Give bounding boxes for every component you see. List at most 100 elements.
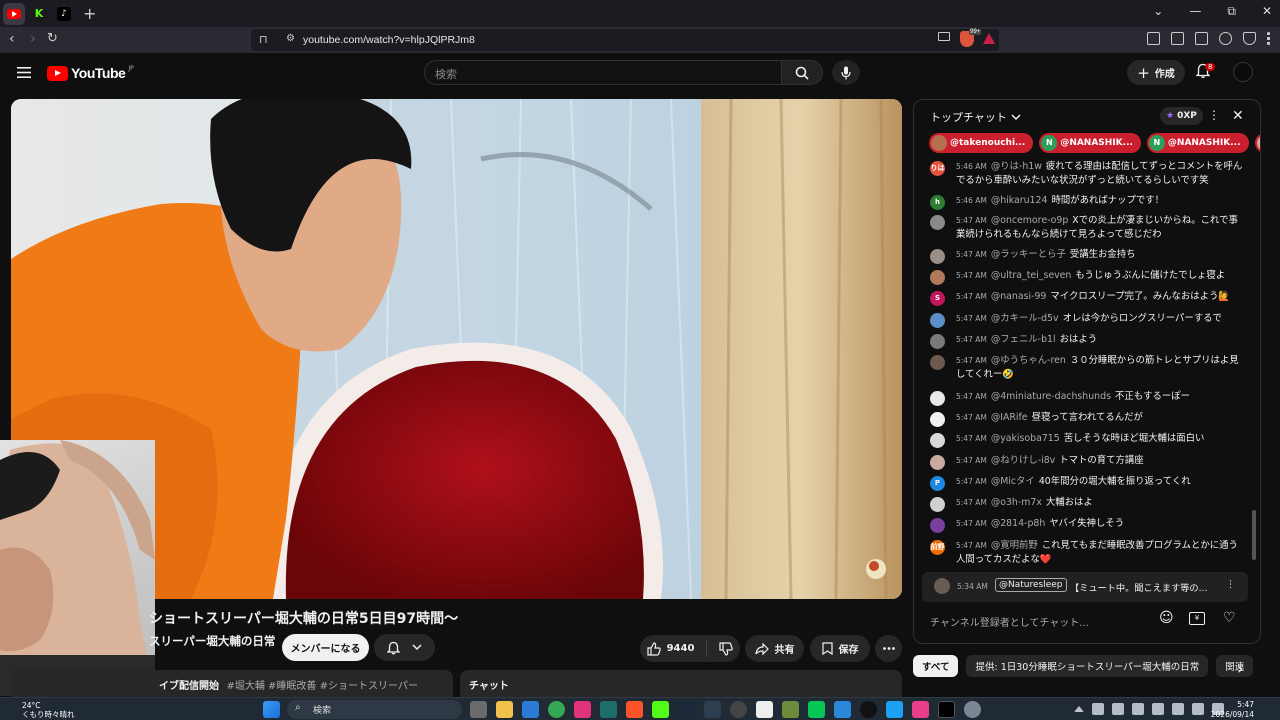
- hamburger-menu-icon[interactable]: [17, 67, 31, 78]
- message-author[interactable]: @oncemore-o9p: [991, 215, 1068, 226]
- tab-list-button[interactable]: ⌄: [1153, 4, 1163, 19]
- message-author[interactable]: @ゆうちゃん-ren: [991, 355, 1066, 366]
- tab-kick[interactable]: K: [28, 3, 50, 25]
- tray-app-icon[interactable]: [1112, 703, 1124, 715]
- chat-message[interactable]: 5:47 AM @IARife 昼寝って言われてるんだが: [930, 411, 1246, 427]
- tray-app-icon[interactable]: [1152, 703, 1164, 715]
- chat-message[interactable]: 5:47 AM @o3h-m7x 大輔おはよ: [930, 496, 1246, 512]
- chip-channel[interactable]: 提供: 1日30分睡眠ショートスリーパー堀大輔の日常: [966, 655, 1209, 677]
- app-icon[interactable]: [886, 701, 903, 718]
- chat-message[interactable]: 前野 5:47 AM @寛明前野 これ見てもまだ睡眠改善プログラムとかに通う人間ってカ…: [930, 539, 1246, 566]
- youtube-logo[interactable]: YouTube JP: [47, 65, 134, 81]
- new-tab-button[interactable]: +: [83, 4, 96, 23]
- message-author[interactable]: @ultra_tei_seven: [991, 270, 1072, 281]
- minimize-button[interactable]: —: [1189, 4, 1201, 19]
- store-icon[interactable]: [522, 701, 539, 718]
- back-icon[interactable]: ‹: [9, 31, 15, 47]
- taskbar-search[interactable]: ⌕ 検索: [287, 700, 462, 719]
- tab-youtube[interactable]: [3, 2, 25, 25]
- share-button[interactable]: 共有: [745, 635, 804, 662]
- message-author[interactable]: @フェニル-b1l: [991, 334, 1056, 345]
- xp-badge[interactable]: ★ 0XP: [1160, 107, 1203, 125]
- ticker-item[interactable]: N @NANASHIK...: [1146, 133, 1249, 153]
- pinned-message[interactable]: 5:34 AM @Naturesleep 【ミュート中。聞こえます等の... ⋮: [922, 572, 1248, 602]
- chat-message[interactable]: 5:47 AM @フェニル-b1l おはよう: [930, 333, 1246, 349]
- app-icon[interactable]: [834, 701, 851, 718]
- file-explorer-icon[interactable]: [496, 701, 513, 718]
- chat-scrollbar[interactable]: [1252, 510, 1256, 560]
- tiktok-icon[interactable]: [912, 701, 929, 718]
- app-icon[interactable]: [756, 701, 773, 718]
- chip-all[interactable]: すべて: [913, 655, 959, 677]
- tray-app-icon[interactable]: [1092, 703, 1104, 715]
- message-author[interactable]: @寛明前野: [991, 540, 1038, 551]
- message-author[interactable]: @nanasi-99: [991, 291, 1047, 302]
- ticker-item[interactable]: N @NANASHIK...: [1039, 133, 1141, 153]
- message-author[interactable]: @りは-h1w: [991, 161, 1042, 172]
- wallet-icon[interactable]: [1195, 32, 1208, 45]
- voice-search-button[interactable]: [832, 60, 860, 85]
- message-author[interactable]: @o3h-m7x: [991, 497, 1042, 508]
- chat-message[interactable]: 5:47 AM @ラッキーとら子 受講生お金持ち: [930, 248, 1246, 264]
- tray-app-icon[interactable]: [1132, 703, 1144, 715]
- app-icon[interactable]: [704, 701, 721, 718]
- message-author[interactable]: @2814-p8h: [991, 518, 1045, 529]
- ticker-item[interactable]: @takenouchi...: [929, 133, 1034, 153]
- volume-icon[interactable]: [1192, 703, 1204, 715]
- chat-message[interactable]: 5:47 AM @oncemore-o9p Xでの炎上が凄まじいからね。これで事業続…: [930, 214, 1246, 241]
- chat-message[interactable]: 5:47 AM @ゆうちゃん-ren ３０分睡眠からの筋トレとサプリはよ見してくれー…: [930, 354, 1246, 381]
- chat-message[interactable]: h 5:46 AM @hikaru124 時間があればナップです！: [930, 194, 1246, 210]
- chat-input[interactable]: チャンネル登録者としてチャット...: [930, 614, 1164, 629]
- join-membership-button[interactable]: メンバーになる: [282, 634, 369, 661]
- maximize-button[interactable]: ⧉: [1227, 4, 1236, 19]
- heart-icon[interactable]: ♡: [1223, 610, 1236, 626]
- address-bar[interactable]: ⊓ ⚙ youtube.com/watch?v=hlpJQlPRJm8 99+: [251, 29, 999, 51]
- chrome-icon[interactable]: [548, 701, 565, 718]
- chat-message[interactable]: 5:47 AM @カキール-d5v オレは今からロングスリーパーするで: [930, 312, 1246, 328]
- cast-icon[interactable]: [938, 32, 950, 41]
- settings-icon[interactable]: [964, 701, 981, 718]
- chevron-right-icon[interactable]: ›: [1237, 659, 1243, 678]
- menu-icon[interactable]: [1267, 32, 1270, 45]
- chat-menu-icon[interactable]: ⋮: [1208, 108, 1220, 122]
- message-author[interactable]: @IARife: [991, 412, 1028, 423]
- rewards-icon[interactable]: [983, 33, 995, 44]
- vpn-icon[interactable]: [1243, 32, 1256, 45]
- line-icon[interactable]: [808, 701, 825, 718]
- brave-icon[interactable]: [626, 701, 643, 718]
- chat-replay-section[interactable]: チャット: [460, 670, 902, 698]
- bookmark-icon[interactable]: ⊓: [259, 33, 268, 46]
- tab-tiktok[interactable]: ♪: [53, 3, 75, 25]
- weather-widget[interactable]: 24°C くもり時々晴れ: [22, 701, 75, 719]
- pinned-author[interactable]: @Naturesleep: [995, 578, 1067, 592]
- chat-mode-selector[interactable]: トップチャット: [930, 109, 1021, 125]
- message-author[interactable]: @yakisoba715: [991, 433, 1060, 444]
- close-window-button[interactable]: ✕: [1262, 4, 1272, 19]
- steam-icon[interactable]: [678, 701, 695, 718]
- search-input[interactable]: 検索: [424, 60, 782, 85]
- chat-message[interactable]: 5:47 AM @2814-p8h ヤバイ失神しそう: [930, 517, 1246, 533]
- save-button[interactable]: 保存: [810, 635, 870, 662]
- create-button[interactable]: + 作成: [1127, 60, 1185, 85]
- message-author[interactable]: @ラッキーとら子: [991, 249, 1066, 260]
- wifi-icon[interactable]: [1172, 703, 1184, 715]
- reload-icon[interactable]: ↻: [47, 31, 58, 46]
- chat-message[interactable]: 5:47 AM @ultra_tei_seven もうじゅうぶんに儲けたでしょ寝よ: [930, 269, 1246, 285]
- like-icon[interactable]: [646, 641, 661, 656]
- description-tags[interactable]: #堀大輔 #睡眠改善 #ショートスリーパー: [226, 681, 417, 692]
- chat-message[interactable]: 5:47 AM @ねりけし-i8v トマトの育て方講座: [930, 454, 1246, 470]
- emoji-icon[interactable]: ☺: [1159, 610, 1174, 626]
- kick-icon[interactable]: [652, 701, 669, 718]
- like-count[interactable]: 9440: [667, 643, 695, 654]
- dislike-icon[interactable]: [719, 641, 734, 656]
- sidebar-icon[interactable]: [1171, 32, 1184, 45]
- music-icon[interactable]: [1147, 32, 1160, 45]
- ticker-item[interactable]: @a: [1254, 133, 1260, 153]
- minecraft-icon[interactable]: [782, 701, 799, 718]
- message-author[interactable]: @カキール-d5v: [991, 313, 1059, 324]
- start-icon[interactable]: [263, 701, 280, 718]
- chip-related[interactable]: 関連: [1216, 655, 1254, 677]
- site-settings-icon[interactable]: ⚙: [286, 33, 295, 44]
- account-avatar[interactable]: [1233, 62, 1253, 82]
- subscription-bell-button[interactable]: [374, 634, 435, 661]
